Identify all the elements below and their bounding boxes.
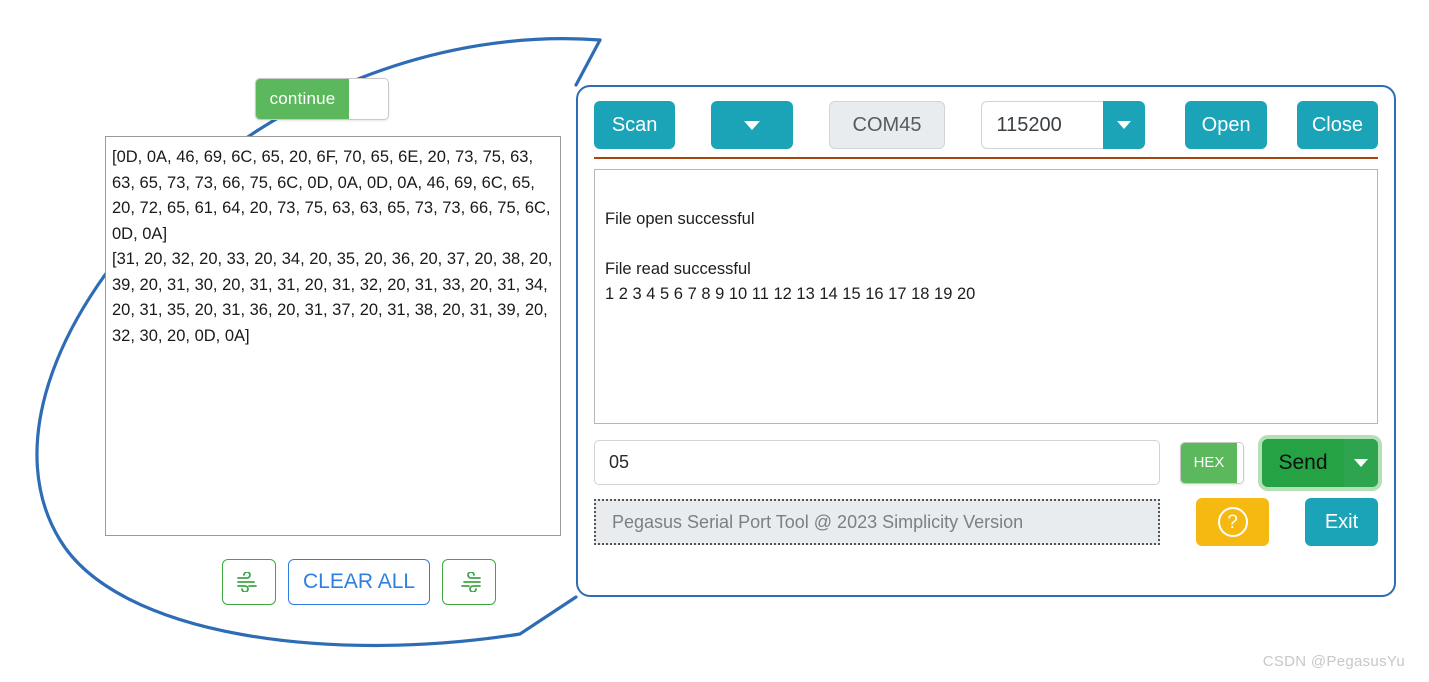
exit-button[interactable]: Exit <box>1305 498 1378 546</box>
magnified-region: continue [0D, 0A, 46, 69, 6C, 65, 20, 6F… <box>0 0 600 660</box>
toolbar-divider <box>594 157 1378 159</box>
wind-flipped-icon <box>456 572 482 592</box>
hex-toggle-knob <box>1237 442 1243 483</box>
chevron-down-icon <box>1354 458 1368 467</box>
send-dropdown-button[interactable] <box>1344 438 1378 487</box>
chevron-down-icon <box>743 120 760 130</box>
com-port-field[interactable]: COM45 <box>828 101 946 149</box>
close-button[interactable]: Close <box>1296 101 1379 149</box>
status-row: Pegasus Serial Port Tool @ 2023 Simplici… <box>594 498 1378 546</box>
hex-toggle-label: HEX <box>1181 442 1237 483</box>
baud-rate-value[interactable]: 115200 <box>981 101 1104 149</box>
toolbar: Scan COM45 115200 Open Close <box>594 101 1379 149</box>
send-split-button: Send <box>1262 438 1378 487</box>
help-button[interactable]: ? <box>1196 498 1269 546</box>
serial-tool-window: Scan COM45 115200 Open Close File open s… <box>576 85 1396 597</box>
save-send-button[interactable] <box>442 559 497 605</box>
watermark: CSDN @PegasusYu <box>1262 653 1405 670</box>
send-row: 05 HEX Send <box>594 438 1378 487</box>
baud-rate-combo[interactable]: 115200 <box>981 101 1146 149</box>
continue-toggle-knob <box>349 79 388 119</box>
open-button[interactable]: Open <box>1185 101 1267 149</box>
hex-toggle[interactable]: HEX <box>1180 441 1244 484</box>
scan-dropdown-button[interactable] <box>711 101 793 149</box>
status-bar: Pegasus Serial Port Tool @ 2023 Simplici… <box>594 499 1160 545</box>
wind-icon <box>236 572 262 592</box>
scan-button[interactable]: Scan <box>594 101 676 149</box>
continue-toggle[interactable]: continue <box>255 78 389 120</box>
magnified-button-row: CLEAR ALL <box>222 559 497 605</box>
receive-textarea[interactable]: File open successful File read successfu… <box>594 169 1378 424</box>
send-button[interactable]: Send <box>1262 438 1344 487</box>
save-receive-button[interactable] <box>222 559 276 605</box>
chevron-down-icon <box>1117 121 1132 129</box>
clear-all-button[interactable]: CLEAR ALL <box>288 559 431 605</box>
receive-hex-dump[interactable]: [0D, 0A, 46, 69, 6C, 65, 20, 6F, 70, 65,… <box>105 136 561 536</box>
baud-rate-dropdown-button[interactable] <box>1103 101 1146 149</box>
question-mark-icon: ? <box>1217 507 1248 537</box>
continue-toggle-label: continue <box>256 79 349 119</box>
send-input[interactable]: 05 <box>594 440 1160 485</box>
